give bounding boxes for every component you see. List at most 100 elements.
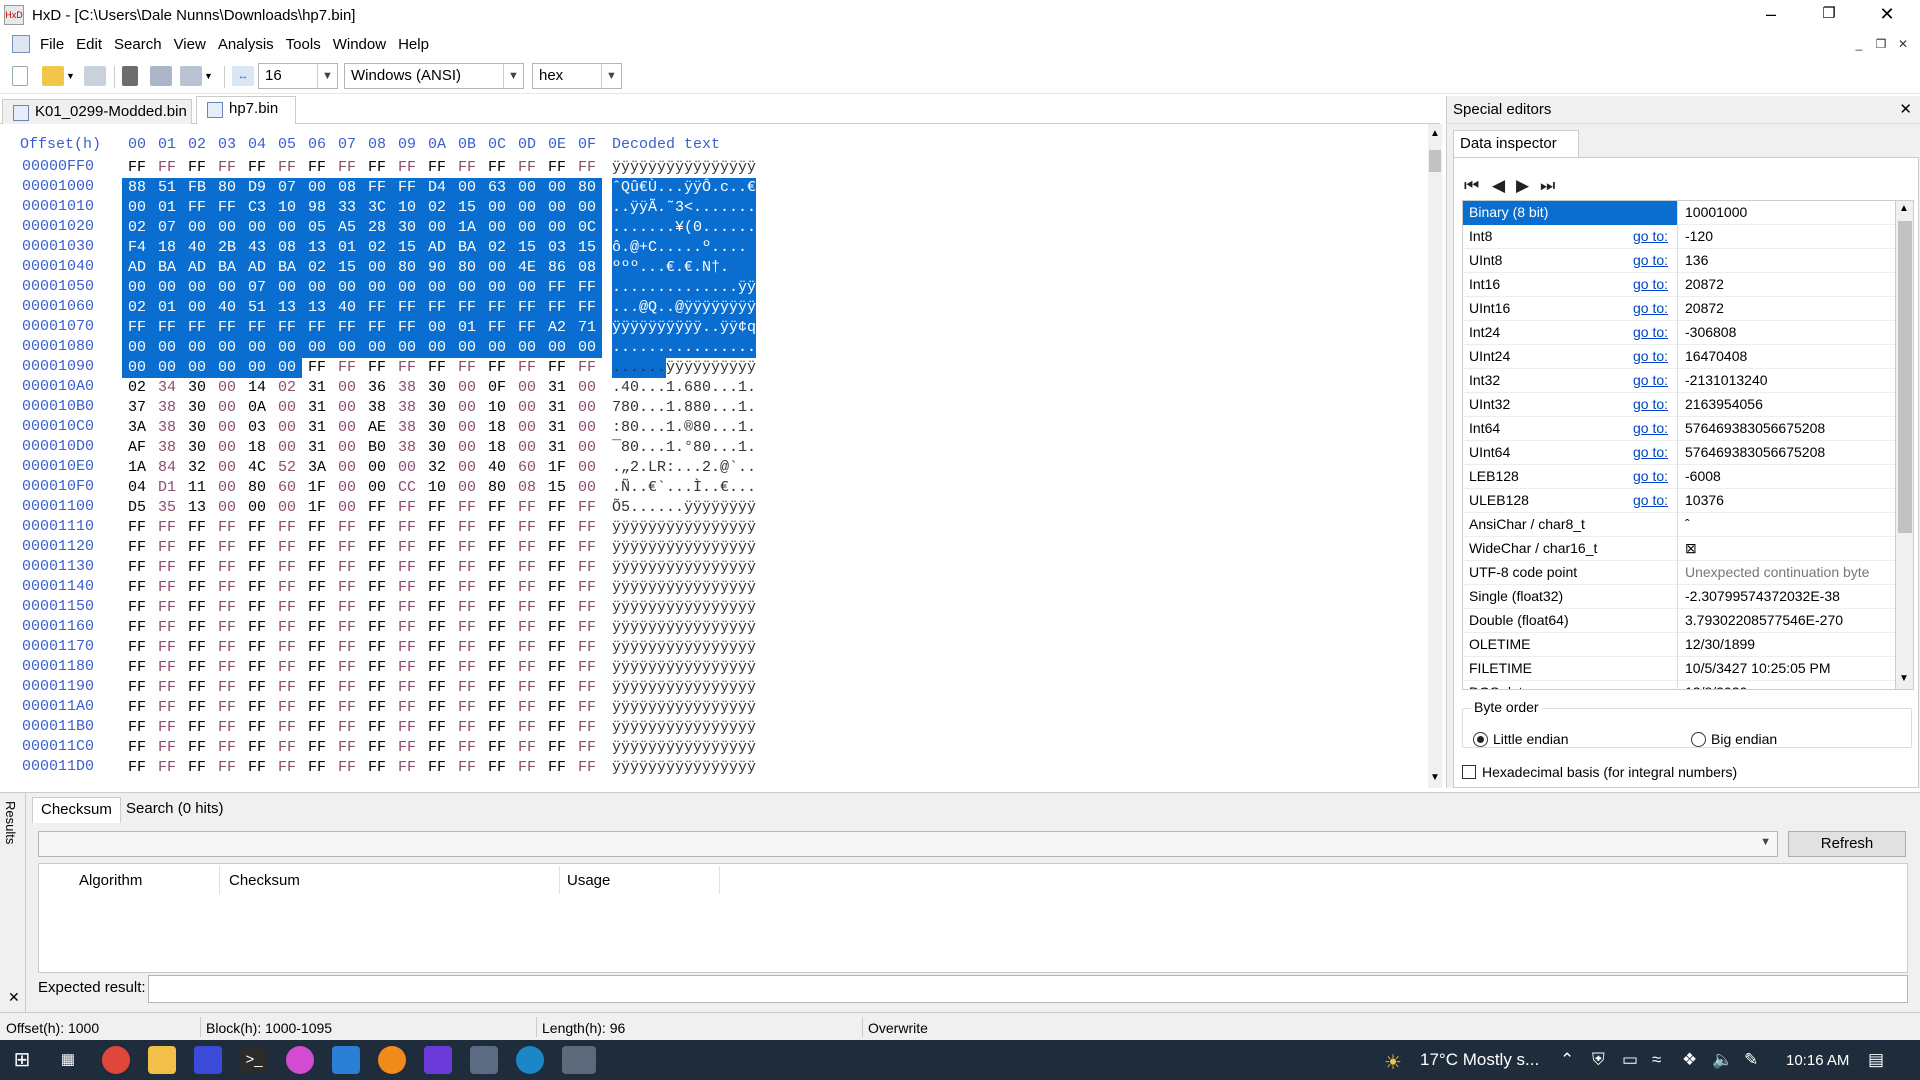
hex-byte[interactable]: FF — [332, 598, 362, 618]
hex-byte[interactable]: 00 — [362, 278, 392, 298]
decoded-text[interactable]: ÿÿÿÿÿÿÿÿÿÿÿÿÿÿÿÿ — [612, 598, 756, 618]
hex-byte[interactable]: 31 — [542, 378, 572, 398]
hex-byte[interactable]: FF — [452, 738, 482, 758]
hex-byte[interactable]: 31 — [542, 438, 572, 458]
hex-row[interactable]: 000011C0 FF FF FF FF FF FF FF FF FF FF FF FF FF FF FF FF… — [0, 738, 1420, 758]
inspector-row[interactable]: Single (float32) -2.30799574372032E-38 — [1463, 585, 1895, 609]
pen-icon[interactable]: ✎ — [1744, 1050, 1758, 1070]
hex-byte[interactable]: 80 — [482, 478, 512, 498]
hex-byte[interactable]: FF — [152, 538, 182, 558]
hex-row[interactable]: 00001080 00 00 00 00 00 00 00 00 00 00 00 00 00 00 00 00… — [0, 338, 1420, 358]
mdi-restore-icon[interactable]: ❐ — [1872, 36, 1890, 52]
decoded-text[interactable]: Õ5......ÿÿÿÿÿÿÿÿ — [612, 498, 756, 518]
hex-byte[interactable]: FF — [542, 658, 572, 678]
inspector-value[interactable]: 16470408 — [1685, 348, 1747, 364]
hex-byte[interactable]: 1F — [302, 498, 332, 518]
decoded-text[interactable]: ô.@+C.....­º.... — [612, 238, 747, 258]
hex-byte[interactable]: FF — [182, 578, 212, 598]
hxd-taskbar-icon[interactable] — [562, 1046, 596, 1074]
hex-byte[interactable]: FF — [422, 498, 452, 518]
hex-byte[interactable]: 00 — [272, 278, 302, 298]
hex-byte[interactable]: 18 — [152, 238, 182, 258]
hex-byte[interactable]: FF — [302, 598, 332, 618]
scroll-thumb[interactable] — [1429, 150, 1441, 172]
firefox-icon[interactable] — [378, 1046, 406, 1074]
hex-byte[interactable]: 38 — [392, 438, 422, 458]
hex-byte[interactable]: 00 — [452, 438, 482, 458]
hex-byte[interactable]: 40 — [212, 298, 242, 318]
hex-byte[interactable]: FF — [182, 558, 212, 578]
hex-byte[interactable]: 00 — [452, 418, 482, 438]
hex-byte[interactable]: 08 — [272, 238, 302, 258]
restore-icon[interactable]: ❐ — [1800, 0, 1858, 30]
hex-byte[interactable]: FF — [422, 298, 452, 318]
hex-byte[interactable]: FF — [272, 738, 302, 758]
decoded-text[interactable]: ÿÿÿÿÿÿÿÿÿÿÿÿÿÿÿÿ — [612, 538, 756, 558]
hex-byte[interactable]: FF — [422, 758, 452, 778]
inspector-row[interactable]: ULEB128 go to: 10376 — [1463, 489, 1895, 513]
hex-byte[interactable]: 00 — [512, 378, 542, 398]
hex-byte[interactable]: FF — [332, 618, 362, 638]
hex-byte[interactable]: FF — [392, 538, 422, 558]
goto-link[interactable]: go to: — [1633, 300, 1668, 316]
decoded-text[interactable]: ÿÿÿÿÿÿÿÿÿÿÿÿÿÿÿÿ — [612, 718, 756, 738]
minimize-icon[interactable]: – — [1742, 0, 1800, 30]
hex-byte[interactable]: FF — [212, 618, 242, 638]
hex-byte[interactable]: FF — [212, 718, 242, 738]
previous-icon[interactable]: ◀ — [1492, 176, 1505, 196]
column-checksum[interactable]: Checksum — [229, 872, 300, 889]
inspector-row[interactable]: DOS date 12/8/2020 — [1463, 681, 1895, 689]
hex-row[interactable]: 00001160 FF FF FF FF FF FF FF FF FF FF FF FF FF FF FF FF… — [0, 618, 1420, 638]
notification-icon[interactable]: ▤ — [1868, 1050, 1884, 1070]
hex-byte[interactable]: FF — [332, 538, 362, 558]
hex-byte[interactable]: 14 — [242, 378, 272, 398]
hex-byte[interactable]: 18 — [242, 438, 272, 458]
hex-byte[interactable]: FF — [362, 538, 392, 558]
hex-byte[interactable]: 00 — [452, 478, 482, 498]
hex-byte[interactable]: 38 — [392, 398, 422, 418]
decoded-text[interactable]: ˆQû€Ù...ÿÿÔ.c..€ — [612, 178, 756, 198]
hex-byte[interactable]: FF — [272, 758, 302, 778]
hex-byte[interactable]: FF — [572, 678, 602, 698]
hex-byte[interactable]: FF — [362, 518, 392, 538]
hex-byte[interactable]: 01 — [332, 238, 362, 258]
hex-byte[interactable]: FF — [362, 618, 392, 638]
hex-byte[interactable]: 80 — [212, 178, 242, 198]
hex-byte[interactable]: FF — [122, 658, 152, 678]
hex-byte[interactable]: 38 — [362, 398, 392, 418]
tab-data-inspector[interactable]: Data inspector — [1453, 130, 1579, 158]
hex-byte[interactable]: FF — [362, 598, 392, 618]
hex-byte[interactable]: 05 — [302, 218, 332, 238]
hex-byte[interactable]: FF — [362, 678, 392, 698]
hex-byte[interactable]: 00 — [332, 338, 362, 358]
hex-byte[interactable]: FF — [422, 358, 452, 378]
hex-byte[interactable]: FF — [482, 678, 512, 698]
hex-byte[interactable]: 00 — [332, 398, 362, 418]
scroll-up-icon[interactable]: ▲ — [1899, 203, 1909, 214]
close-icon[interactable]: ✕ — [1899, 100, 1912, 118]
hex-byte[interactable]: FF — [392, 498, 422, 518]
hex-byte[interactable]: FF — [452, 158, 482, 178]
hex-byte[interactable]: FF — [542, 538, 572, 558]
hex-byte[interactable]: AD — [182, 258, 212, 278]
hex-byte[interactable]: 31 — [302, 378, 332, 398]
hex-byte[interactable]: 00 — [572, 458, 602, 478]
hex-byte[interactable]: 02 — [362, 238, 392, 258]
hex-byte[interactable]: FF — [482, 658, 512, 678]
scroll-down-icon[interactable]: ▼ — [1899, 673, 1909, 684]
hex-byte[interactable]: FF — [542, 558, 572, 578]
hex-row[interactable]: 00001060 02 01 00 40 51 13 13 40 FF FF FF FF FF FF FF FF… — [0, 298, 1420, 318]
hex-byte[interactable]: FF — [542, 678, 572, 698]
hex-byte[interactable]: A2 — [542, 318, 572, 338]
hex-byte[interactable]: 33 — [332, 198, 362, 218]
close-icon[interactable]: ✕ — [8, 989, 20, 1006]
inspector-value[interactable]: 576469383056675208 — [1685, 420, 1825, 436]
hex-byte[interactable]: FF — [542, 598, 572, 618]
scroll-thumb[interactable] — [1898, 221, 1912, 533]
hex-byte[interactable]: FF — [242, 558, 272, 578]
decoded-text[interactable]: ..............ÿÿ — [612, 278, 756, 298]
hex-byte[interactable]: FF — [242, 738, 272, 758]
hex-byte[interactable]: FF — [422, 518, 452, 538]
hex-byte[interactable]: FF — [482, 558, 512, 578]
hex-byte[interactable]: FF — [272, 538, 302, 558]
